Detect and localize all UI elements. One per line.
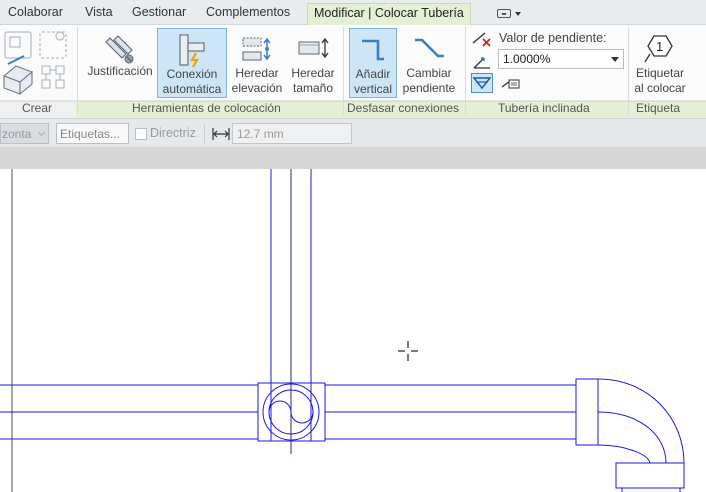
anadir-vertical-label-1: Añadir xyxy=(355,67,391,81)
tag-type-placeholder: Etiquetas... xyxy=(60,127,121,141)
heredar-elevacion-label-1: Heredar xyxy=(235,66,279,80)
options-bar: zonta Etiquetas... Directriz 12.7 mm xyxy=(0,118,706,148)
justification-icon xyxy=(105,35,134,64)
panel-divider xyxy=(77,27,78,115)
slope-tag-icon[interactable] xyxy=(500,77,522,91)
anadir-vertical-button[interactable]: Añadir vertical xyxy=(349,28,397,98)
panel-title-tuberia-inclinada: Tubería inclinada xyxy=(498,101,590,115)
etiquetar-al-colocar-button[interactable]: 1 Etiquetar al colocar xyxy=(630,28,690,98)
pipe-drawing xyxy=(0,169,685,492)
chevron-down-icon xyxy=(37,128,46,137)
cambiar-pendiente-label-1: Cambiar xyxy=(406,66,452,80)
etiquetar-label-2: al colocar xyxy=(634,81,686,95)
panel-toggle-icon xyxy=(497,9,511,18)
view-frame-band xyxy=(0,148,706,169)
create-tools-icons xyxy=(2,31,67,96)
change-slope-icon xyxy=(415,38,444,58)
tag-on-placement-icon: 1 xyxy=(644,35,673,63)
tab-complementos[interactable]: Complementos xyxy=(206,5,290,19)
heredar-tamano-label-2: tamaño xyxy=(292,81,334,95)
auto-connect-icon xyxy=(179,34,205,67)
slope-up-button[interactable] xyxy=(471,52,493,72)
leader-length-field[interactable]: 12.7 mm xyxy=(232,123,352,144)
slope-off-button[interactable] xyxy=(471,29,493,49)
panel-title-desfasar: Desfasar conexiones xyxy=(347,101,460,115)
cambiar-pendiente-label-2: pendiente xyxy=(402,81,456,95)
tag-type-field[interactable]: Etiquetas... xyxy=(56,123,129,144)
panel-divider xyxy=(343,27,344,115)
slope-down-button[interactable] xyxy=(471,73,493,93)
conexion-automatica-button[interactable]: Conexión automática xyxy=(157,28,227,98)
justificacion-label: Justificación xyxy=(87,64,153,78)
panel-title-crear: Crear xyxy=(22,101,53,115)
ribbon: Crear Justificación Conexión automática xyxy=(0,25,706,118)
conexion-automatica-label-1: Conexión xyxy=(166,67,218,81)
directriz-checkbox[interactable] xyxy=(135,128,147,140)
orientation-value: zonta xyxy=(2,127,32,141)
heredar-elevacion-label-2: elevación xyxy=(231,81,283,95)
tag-number-text: 1 xyxy=(656,39,663,54)
inherit-size-icon xyxy=(298,37,329,59)
anadir-vertical-label-2: vertical xyxy=(353,82,392,96)
tab-vista[interactable]: Vista xyxy=(85,5,113,19)
options-divider xyxy=(204,124,205,144)
add-vertical-icon xyxy=(362,39,384,61)
ribbon-tab-bar: Colaborar Vista Gestionar Complementos M… xyxy=(0,0,706,25)
slope-value-dropdown[interactable]: 1.0000% xyxy=(498,49,624,69)
conexion-automatica-label-2: automática xyxy=(162,82,222,96)
length-dimension-icon xyxy=(212,128,230,140)
panel-divider xyxy=(465,27,466,115)
cambiar-pendiente-button[interactable]: Cambiar pendiente xyxy=(398,28,460,98)
heredar-tamano-label-1: Heredar xyxy=(291,66,335,80)
panel-title-etiqueta: Etiqueta xyxy=(636,101,681,115)
ribbon-display-toggle[interactable] xyxy=(497,8,523,20)
slope-up-icon xyxy=(473,57,490,69)
directriz-label: Directriz xyxy=(150,126,196,140)
slope-down-icon xyxy=(472,77,492,90)
etiquetar-label-1: Etiquetar xyxy=(635,66,685,80)
dropdown-arrow-icon xyxy=(611,57,619,62)
orientation-dropdown[interactable]: zonta xyxy=(0,123,49,144)
crosshair-cursor-icon xyxy=(398,341,418,361)
inherit-elevation-icon xyxy=(242,37,271,61)
tab-gestionar[interactable]: Gestionar xyxy=(132,5,186,19)
heredar-elevacion-button[interactable]: Heredar elevación xyxy=(228,28,286,98)
chevron-down-icon xyxy=(515,12,521,16)
panel-divider xyxy=(628,27,629,115)
leader-length-value: 12.7 mm xyxy=(237,127,284,141)
justificacion-button[interactable]: Justificación xyxy=(83,28,157,98)
slope-value-label: Valor de pendiente: xyxy=(499,31,607,45)
slope-off-icon xyxy=(472,32,491,47)
drawing-area[interactable] xyxy=(0,169,706,492)
tab-modificar-colocar-tuberia[interactable]: Modificar | Colocar Tubería xyxy=(307,3,471,25)
slope-value-text: 1.0000% xyxy=(503,52,551,66)
tab-colaborar[interactable]: Colaborar xyxy=(8,5,63,19)
heredar-tamano-button[interactable]: Heredar tamaño xyxy=(286,28,340,98)
panel-title-herramientas: Herramientas de colocación xyxy=(132,101,281,115)
